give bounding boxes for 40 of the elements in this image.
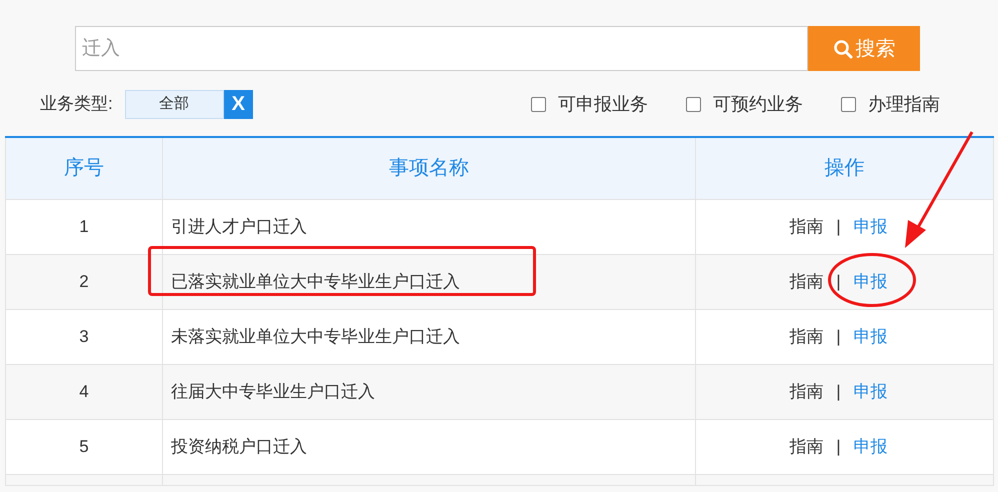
guide-link[interactable]: 指南 xyxy=(789,434,824,460)
table-cell: 引进人才户口迁入 xyxy=(171,216,307,236)
column-header: 操作 xyxy=(696,137,994,199)
table-cell: 3 xyxy=(6,309,162,364)
column-header: 事项名称 xyxy=(162,137,696,199)
guide-link[interactable]: 指南 xyxy=(789,378,824,404)
search-icon xyxy=(832,38,852,58)
guide-link[interactable]: 指南 xyxy=(789,268,824,294)
table-cell: 往届大中专毕业生户口迁入 xyxy=(171,382,375,401)
guide-link[interactable]: 指南 xyxy=(789,214,824,240)
table-cell: 已落实就业单位大中专毕业生户口迁入 xyxy=(171,272,460,291)
separator: | xyxy=(836,270,841,293)
option-label: 办理指南 xyxy=(868,92,940,116)
option-label: 可申报业务 xyxy=(558,92,648,116)
apply-link[interactable]: 申报 xyxy=(854,216,888,236)
table-cell: 未落实就业单位大中专毕业生户口迁入 xyxy=(171,326,460,346)
separator: | xyxy=(836,380,841,403)
apply-link[interactable]: 申报 xyxy=(854,436,888,456)
filter-value[interactable]: 全部 xyxy=(124,90,224,118)
separator: | xyxy=(836,216,841,238)
search-field[interactable]: 迁入 xyxy=(75,26,808,71)
apply-link[interactable]: 申报 xyxy=(854,272,888,291)
table-cell: 5 xyxy=(6,419,162,474)
table-cell: 2 xyxy=(6,254,162,309)
table-cell: 投资纳税户口迁入 xyxy=(171,436,307,456)
guide-link[interactable]: 指南 xyxy=(789,324,824,350)
clear-button[interactable]: X xyxy=(224,90,253,118)
apply-link[interactable]: 申报 xyxy=(854,326,888,346)
checkbox[interactable] xyxy=(686,96,701,112)
checkbox[interactable] xyxy=(531,96,546,112)
table-cell: 1 xyxy=(6,199,162,254)
search-button[interactable]: 搜索 xyxy=(808,26,920,71)
separator: | xyxy=(836,436,841,458)
column-header: 序号 xyxy=(6,137,162,199)
table-cell: 4 xyxy=(6,364,162,419)
option-label: 可预约业务 xyxy=(713,92,803,116)
separator: | xyxy=(836,326,841,348)
apply-link[interactable]: 申报 xyxy=(854,382,888,401)
filter-label: 业务类型: xyxy=(40,93,113,116)
checkbox[interactable] xyxy=(841,96,856,112)
